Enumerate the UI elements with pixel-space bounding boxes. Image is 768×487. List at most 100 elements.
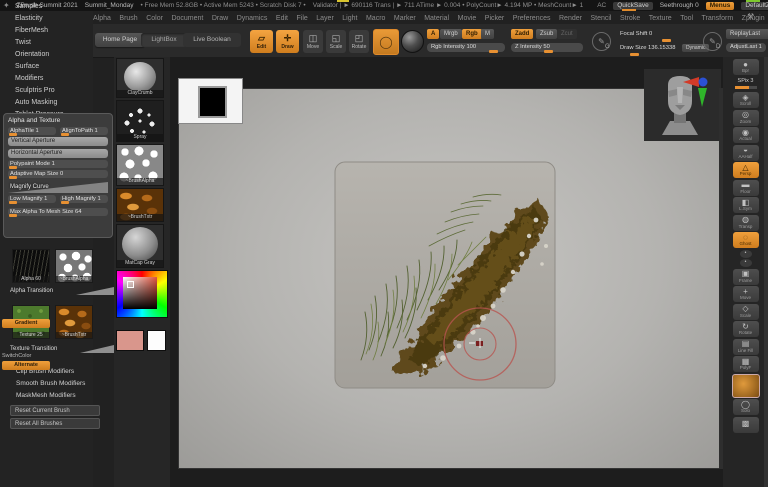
seethrough-slider[interactable]: Seethrough 0 (660, 2, 699, 9)
rgb-button[interactable]: Rgb (462, 29, 482, 39)
axis-gizmo[interactable] (682, 75, 710, 109)
aligntopath-slider[interactable]: AlignToPath 1 (60, 127, 108, 135)
rgb-intensity-slider[interactable]: Rgb Intensity 100 (427, 43, 505, 52)
spix-slider[interactable]: SPix 3 (733, 77, 759, 91)
menu-item[interactable]: Draw (212, 15, 228, 22)
alpha-transition-slider[interactable]: Alpha Transition (10, 286, 114, 296)
gradient-button[interactable]: Gradient (2, 319, 50, 328)
secondary-color-swatch[interactable] (147, 330, 166, 351)
horizontal-aperture-slider[interactable]: Horizontal Aperture (8, 149, 108, 158)
tray-nav-down-button[interactable]: • (740, 259, 752, 267)
palette-menu-item[interactable]: Sculptris Pro (15, 87, 55, 94)
menu-item[interactable]: Marker (394, 15, 416, 22)
rotate-button[interactable]: ◰ Rotate (349, 30, 369, 53)
menu-item[interactable]: Edit (276, 15, 288, 22)
reset-current-brush-button[interactable]: Reset Current Brush (10, 405, 100, 416)
menus-button[interactable]: Menus (706, 2, 735, 10)
menu-item[interactable]: Transform (702, 15, 734, 22)
frame-button[interactable]: ▣ Frame (733, 269, 759, 285)
menu-item[interactable]: Dynamics (237, 15, 268, 22)
current-stroke-thumbnail[interactable]: Spray (116, 100, 164, 142)
menu-item[interactable]: Layer (316, 15, 334, 22)
current-material-thumbnail[interactable]: MatCap Gray (116, 224, 164, 268)
menu-item[interactable]: Preferences (513, 15, 551, 22)
zadd-button[interactable]: Zadd (511, 29, 533, 39)
palette-menu-item[interactable]: Elasticity (15, 15, 43, 22)
replay-last-button[interactable]: ReplayLast (726, 29, 768, 39)
ghost-button[interactable]: ◌ Ghost (733, 232, 759, 248)
maskmesh-modifiers-item[interactable]: MaskMesh Modifiers (16, 392, 76, 399)
home-page-button[interactable]: Home Page (95, 33, 145, 47)
menu-item[interactable]: Stroke (620, 15, 640, 22)
focal-shift-handle[interactable] (662, 39, 671, 42)
polyf-button[interactable]: ▦ PolyF (733, 356, 759, 372)
mrgb-button[interactable]: Mrgb (440, 29, 462, 39)
palette-menu-item[interactable]: FiberMesh (15, 27, 48, 34)
current-texture-thumbnail[interactable]: ~BrushTxtr (116, 188, 164, 222)
zsub-button[interactable]: Zsub (536, 29, 557, 39)
palette-menu-item[interactable]: Samples (15, 3, 42, 10)
scroll-button[interactable]: ◈ Scroll (733, 92, 759, 108)
menu-item[interactable]: Stencil (590, 15, 611, 22)
saturation-value-square[interactable] (123, 277, 157, 309)
palette-menu-item[interactable]: Twist (15, 39, 31, 46)
alpha-60-thumbnail[interactable]: Alpha 60 (12, 249, 50, 283)
brush-texture-thumbnail[interactable]: ~BrushTxtr (55, 305, 93, 339)
active-texture-tile[interactable] (732, 374, 760, 398)
solo-button[interactable]: ◯ Solo (733, 399, 759, 415)
stroke-circle-button[interactable]: ◯ (373, 29, 399, 55)
menu-item[interactable]: Render (559, 15, 582, 22)
menu-item[interactable]: Texture (649, 15, 672, 22)
menu-item[interactable]: Color (146, 15, 163, 22)
bpr-button[interactable]: ● Bpr (733, 59, 759, 75)
adjust-last-slider[interactable]: AdjustLast 1 (726, 43, 766, 52)
move-button[interactable]: ◫ Move (303, 30, 323, 53)
live-boolean-button[interactable]: Live Boolean (183, 33, 241, 47)
brush-alpha-thumbnail[interactable]: ~BrushAlpha (55, 249, 93, 283)
wrench-icon[interactable]: ⚒ (747, 12, 754, 21)
switch-color-label[interactable]: SwitchColor (2, 353, 50, 359)
menu-item[interactable]: Macro (366, 15, 385, 22)
main-color-swatch[interactable] (116, 330, 144, 351)
tray-nav-up-button[interactable]: • (740, 250, 752, 258)
color-picker[interactable] (116, 270, 168, 318)
palette-menu-item[interactable]: Surface (15, 63, 39, 70)
max-alpha-to-mesh-slider[interactable]: Max Alpha To Mesh Size 64 (8, 208, 108, 216)
move-button[interactable]: + Move (733, 286, 759, 302)
high-magnify-slider[interactable]: High Magnify 1 (60, 195, 108, 203)
alternate-button[interactable]: Alternate (2, 361, 50, 370)
palette-menu-item[interactable]: Auto Masking (15, 99, 57, 106)
edit-button[interactable]: ▱ Edit (250, 30, 273, 53)
polypaint-mode-slider[interactable]: Polypaint Mode 1 (8, 160, 108, 168)
palette-menu-item[interactable]: Orientation (15, 51, 49, 58)
menu-item[interactable]: File (296, 15, 307, 22)
palette-menu-item[interactable]: Modifiers (15, 75, 43, 82)
focal-shift-slider[interactable]: Focal Shift 0 (616, 30, 694, 39)
menu-item[interactable]: Brush (119, 15, 137, 22)
menu-item[interactable]: Document (171, 15, 203, 22)
linefill-button[interactable]: ▤ Line Fill (733, 339, 759, 355)
alpha-preview-swatch[interactable] (178, 78, 243, 124)
adaptive-map-size-slider[interactable]: Adaptive Map Size 0 (8, 170, 108, 178)
lightbox-button[interactable]: LightBox (141, 33, 187, 47)
zcut-button[interactable]: Zcut (557, 29, 577, 39)
texture-paint-plane[interactable] (333, 160, 557, 390)
draw-size-slider[interactable]: Draw Size 136.15338 (616, 44, 678, 53)
menu-item[interactable]: Material (424, 15, 449, 22)
draw-size-handle[interactable] (630, 53, 639, 56)
rotate-button[interactable]: ↻ Rotate (733, 321, 759, 337)
panel-title[interactable]: Alpha and Texture (8, 117, 108, 124)
floor-button[interactable]: ▬ Floor (733, 180, 759, 196)
z-intensity-handle[interactable] (544, 50, 553, 53)
alphatile-slider[interactable]: AlphaTile 1 (8, 127, 56, 135)
zoom-button[interactable]: ◎ Zoom (733, 110, 759, 126)
actual-size-button[interactable]: ◉ Actual (733, 127, 759, 143)
a-toggle-button[interactable]: A (427, 29, 439, 39)
vertical-aperture-slider[interactable]: Vertical Aperture (8, 137, 108, 146)
z-intensity-slider[interactable]: Z Intensity 50 (511, 43, 583, 52)
local-symmetry-button[interactable]: ◧ L.Sym (733, 197, 759, 213)
current-brush-thumbnail[interactable]: ClayCrumb (116, 58, 164, 98)
aahalf-button[interactable]: ◒ AAHalf (733, 145, 759, 161)
default-zscript-button[interactable]: DefaultZScript (741, 2, 768, 10)
low-magnify-slider[interactable]: Low Magnify 1 (8, 195, 56, 203)
